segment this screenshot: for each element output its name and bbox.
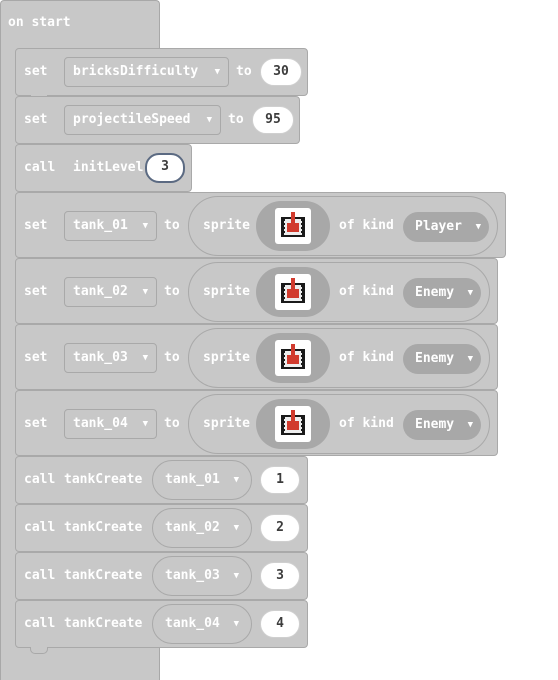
sprite-keyword: sprite bbox=[203, 416, 250, 431]
set-keyword: set bbox=[24, 416, 48, 431]
sprite-keyword: sprite bbox=[203, 218, 250, 233]
variable-dropdown[interactable]: tank_04 ▼ bbox=[64, 409, 157, 439]
create-sprite-block[interactable]: sprite of kind Enemy ▼ bbox=[188, 328, 490, 388]
tank-sprite-icon bbox=[281, 344, 305, 369]
create-sprite-block[interactable]: sprite of kind Enemy ▼ bbox=[188, 394, 490, 454]
tank-variable-dropdown[interactable]: tank_03 ▼ bbox=[152, 556, 252, 596]
kind-dropdown[interactable]: Enemy ▼ bbox=[403, 278, 481, 308]
number-input[interactable]: 2 bbox=[260, 514, 300, 542]
number-input[interactable]: 1 bbox=[260, 466, 300, 494]
function-name: tankCreate bbox=[64, 520, 143, 535]
tank-variable-dropdown[interactable]: tank_02 ▼ bbox=[152, 508, 252, 548]
call-tank-create-block[interactable]: call tankCreate tank_02 ▼ 2 bbox=[15, 504, 308, 552]
caret-down-icon: ▼ bbox=[142, 287, 148, 297]
caret-down-icon: ▼ bbox=[233, 571, 239, 581]
caret-down-icon: ▼ bbox=[142, 353, 148, 363]
set-keyword: set bbox=[24, 284, 48, 299]
set-keyword: set bbox=[24, 112, 48, 127]
function-name: tankCreate bbox=[64, 472, 143, 487]
sprite-image-field[interactable] bbox=[256, 267, 330, 317]
set-sprite-block[interactable]: set tank_02 ▼ to sprite of kind Enemy ▼ bbox=[15, 258, 498, 324]
call-init-level-block[interactable]: call initLevel 3 bbox=[15, 144, 192, 192]
number-input[interactable]: 4 bbox=[260, 610, 300, 638]
caret-down-icon: ▼ bbox=[233, 523, 239, 533]
call-keyword: call bbox=[24, 472, 56, 487]
variable-dropdown[interactable]: tank_03 ▼ bbox=[64, 343, 157, 373]
to-keyword: to bbox=[164, 416, 180, 431]
sprite-image-field[interactable] bbox=[256, 333, 330, 383]
of-kind-keyword: of kind bbox=[339, 350, 394, 365]
set-keyword: set bbox=[24, 64, 48, 79]
caret-down-icon: ▼ bbox=[206, 115, 212, 125]
sprite-image-field[interactable] bbox=[256, 201, 330, 251]
call-tank-create-block[interactable]: call tankCreate tank_04 ▼ 4 bbox=[15, 600, 308, 654]
set-sprite-block[interactable]: set tank_03 ▼ to sprite of kind Enemy ▼ bbox=[15, 324, 498, 390]
function-name: initLevel bbox=[73, 160, 144, 175]
of-kind-keyword: of kind bbox=[339, 416, 394, 431]
tank-sprite-icon bbox=[281, 212, 305, 237]
set-sprite-block[interactable]: set tank_01 ▼ to sprite of kind Player ▼ bbox=[15, 192, 506, 258]
to-keyword: to bbox=[164, 218, 180, 233]
tank-sprite-icon bbox=[281, 410, 305, 435]
call-keyword: call bbox=[24, 568, 56, 583]
set-projectile-speed-block[interactable]: set projectileSpeed ▼ to 95 bbox=[15, 96, 300, 144]
call-keyword: call bbox=[24, 520, 56, 535]
caret-down-icon: ▼ bbox=[467, 420, 473, 430]
kind-dropdown[interactable]: Player ▼ bbox=[403, 212, 489, 242]
variable-dropdown[interactable]: bricksDifficulty ▼ bbox=[64, 57, 229, 87]
caret-down-icon: ▼ bbox=[233, 475, 239, 485]
number-input[interactable]: 30 bbox=[260, 58, 302, 86]
set-keyword: set bbox=[24, 350, 48, 365]
sprite-image-field[interactable] bbox=[256, 399, 330, 449]
on-start-footer bbox=[0, 650, 160, 680]
on-start-label: on start bbox=[8, 15, 71, 30]
set-keyword: set bbox=[24, 218, 48, 233]
caret-down-icon: ▼ bbox=[142, 419, 148, 429]
sprite-keyword: sprite bbox=[203, 350, 250, 365]
tank-variable-dropdown[interactable]: tank_01 ▼ bbox=[152, 460, 252, 500]
caret-down-icon: ▼ bbox=[467, 354, 473, 364]
of-kind-keyword: of kind bbox=[339, 218, 394, 233]
to-keyword: to bbox=[164, 284, 180, 299]
caret-down-icon: ▼ bbox=[214, 67, 220, 77]
kind-dropdown[interactable]: Enemy ▼ bbox=[403, 410, 481, 440]
variable-dropdown[interactable]: tank_02 ▼ bbox=[64, 277, 157, 307]
set-bricks-difficulty-block[interactable]: set bricksDifficulty ▼ to 30 bbox=[15, 48, 308, 102]
function-name: tankCreate bbox=[64, 616, 143, 631]
tank-sprite-icon bbox=[281, 278, 305, 303]
caret-down-icon: ▼ bbox=[475, 222, 481, 232]
caret-down-icon: ▼ bbox=[142, 221, 148, 231]
number-input[interactable]: 3 bbox=[145, 153, 185, 183]
to-keyword: to bbox=[164, 350, 180, 365]
number-input[interactable]: 95 bbox=[252, 106, 294, 134]
variable-dropdown[interactable]: tank_01 ▼ bbox=[64, 211, 157, 241]
to-keyword: to bbox=[228, 112, 244, 127]
call-tank-create-block[interactable]: call tankCreate tank_03 ▼ 3 bbox=[15, 552, 308, 600]
caret-down-icon: ▼ bbox=[233, 619, 239, 629]
kind-dropdown[interactable]: Enemy ▼ bbox=[403, 344, 481, 374]
tank-variable-dropdown[interactable]: tank_04 ▼ bbox=[152, 604, 252, 644]
to-keyword: to bbox=[236, 64, 252, 79]
set-sprite-block[interactable]: set tank_04 ▼ to sprite of kind Enemy ▼ bbox=[15, 390, 498, 456]
of-kind-keyword: of kind bbox=[339, 284, 394, 299]
caret-down-icon: ▼ bbox=[467, 288, 473, 298]
function-name: tankCreate bbox=[64, 568, 143, 583]
call-keyword: call bbox=[24, 616, 56, 631]
variable-dropdown[interactable]: projectileSpeed ▼ bbox=[64, 105, 221, 135]
create-sprite-block[interactable]: sprite of kind Player ▼ bbox=[188, 196, 498, 256]
create-sprite-block[interactable]: sprite of kind Enemy ▼ bbox=[188, 262, 490, 322]
call-keyword: call bbox=[24, 160, 56, 175]
sprite-keyword: sprite bbox=[203, 284, 250, 299]
number-input[interactable]: 3 bbox=[260, 562, 300, 590]
call-tank-create-block[interactable]: call tankCreate tank_01 ▼ 1 bbox=[15, 456, 308, 504]
